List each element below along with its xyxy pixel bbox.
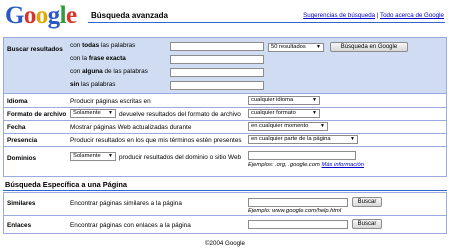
chevron-down-icon: ▼ [108, 110, 113, 116]
links-label: Enlaces [7, 222, 32, 229]
domains-label: Dominios [7, 155, 37, 162]
all-words-label: con todas las palabras [70, 42, 136, 49]
domain-input[interactable] [248, 151, 356, 160]
file-format-select[interactable]: cualquier formato ▼ [248, 109, 320, 118]
more-info-link[interactable]: Más información [321, 162, 364, 168]
results-count-select[interactable]: 50 resultados ▼ [268, 43, 324, 52]
any-words-input[interactable] [170, 68, 264, 77]
logo-letter: o [35, 2, 49, 29]
logo-letter: G [5, 2, 24, 29]
date-select[interactable]: en cualquier momento ▼ [248, 122, 328, 131]
occurrence-label: Presencia [7, 137, 38, 144]
similar-url-input[interactable] [248, 198, 348, 207]
google-search-button[interactable]: Búsqueda en Google [330, 42, 408, 52]
links-url-input[interactable] [248, 220, 348, 229]
language-text: Producir páginas escritas en [70, 98, 151, 105]
chevron-down-icon: ▼ [320, 123, 325, 129]
language-label: Idioma [7, 98, 28, 105]
without-words-label: sin las palabras [70, 81, 116, 88]
domain-mode-select[interactable]: Solamente ▼ [70, 152, 116, 161]
row-divider [4, 133, 446, 134]
exact-phrase-label: con la frase exacta [70, 55, 126, 62]
exact-phrase-input[interactable] [170, 55, 264, 64]
file-format-mode-select[interactable]: Solamente ▼ [70, 109, 116, 118]
similar-search-button[interactable]: Buscar [352, 197, 382, 207]
links-text: Encontrar páginas con enlaces a la págin… [70, 222, 191, 229]
chevron-down-icon: ▼ [316, 44, 321, 50]
about-google-link[interactable]: Todo acerca de Google [380, 12, 444, 19]
file-format-label: Formato de archivo [7, 111, 67, 118]
all-words-input[interactable] [170, 42, 264, 51]
chevron-down-icon: ▼ [312, 97, 317, 103]
links-search-button[interactable]: Buscar [352, 219, 382, 229]
similar-label: Similares [7, 200, 36, 207]
occurrence-text: Producir resultados en los que mis térmi… [70, 137, 242, 144]
page-specific-form: Similares Encontrar páginas similares a … [3, 192, 447, 234]
file-format-text: devuelve resultados del formato de archi… [119, 111, 241, 118]
any-words-label: con alguna de las palabras [70, 68, 148, 75]
date-label: Fecha [7, 124, 26, 131]
chevron-down-icon: ▼ [350, 136, 355, 142]
row-divider [4, 215, 446, 216]
chevron-down-icon: ▼ [108, 153, 113, 159]
header-links: Sugerencias de búsqueda | Todo acerca de… [303, 12, 444, 19]
without-words-input[interactable] [170, 81, 264, 90]
logo-letter: o [23, 2, 37, 29]
row-divider [4, 146, 446, 147]
similar-example: Ejemplo: www.google.com/help.html [248, 208, 342, 214]
page-specific-title: Búsqueda Específica a una Página [5, 180, 127, 189]
page-title: Búsqueda avanzada [91, 11, 168, 20]
row-divider [4, 120, 446, 121]
chevron-down-icon: ▼ [312, 110, 317, 116]
google-logo[interactable]: Google [5, 2, 77, 29]
section-rule [3, 190, 447, 191]
find-results-label: Buscar resultados [7, 46, 63, 53]
footer-copyright: ©2004 Google [205, 240, 245, 247]
search-tips-link[interactable]: Sugerencias de búsqueda [303, 12, 375, 19]
date-text: Mostrar páginas Web actualizadas durante [70, 124, 192, 131]
similar-text: Encontrar páginas similares a la página [70, 200, 182, 207]
occurrence-select[interactable]: en cualquier parte de la página ▼ [248, 135, 358, 144]
row-divider [4, 107, 446, 108]
domain-example: Ejemplos: .org, .google.com Más informac… [248, 162, 365, 168]
logo-letter: g [47, 2, 61, 29]
language-select[interactable]: cualquier idioma ▼ [248, 96, 320, 105]
header-rule [88, 22, 445, 23]
logo-letter: e [65, 2, 77, 29]
domain-text: producir resultados del dominio o sitio … [119, 154, 242, 161]
advanced-search-form: Buscar resultados con todas las palabras… [3, 37, 447, 177]
